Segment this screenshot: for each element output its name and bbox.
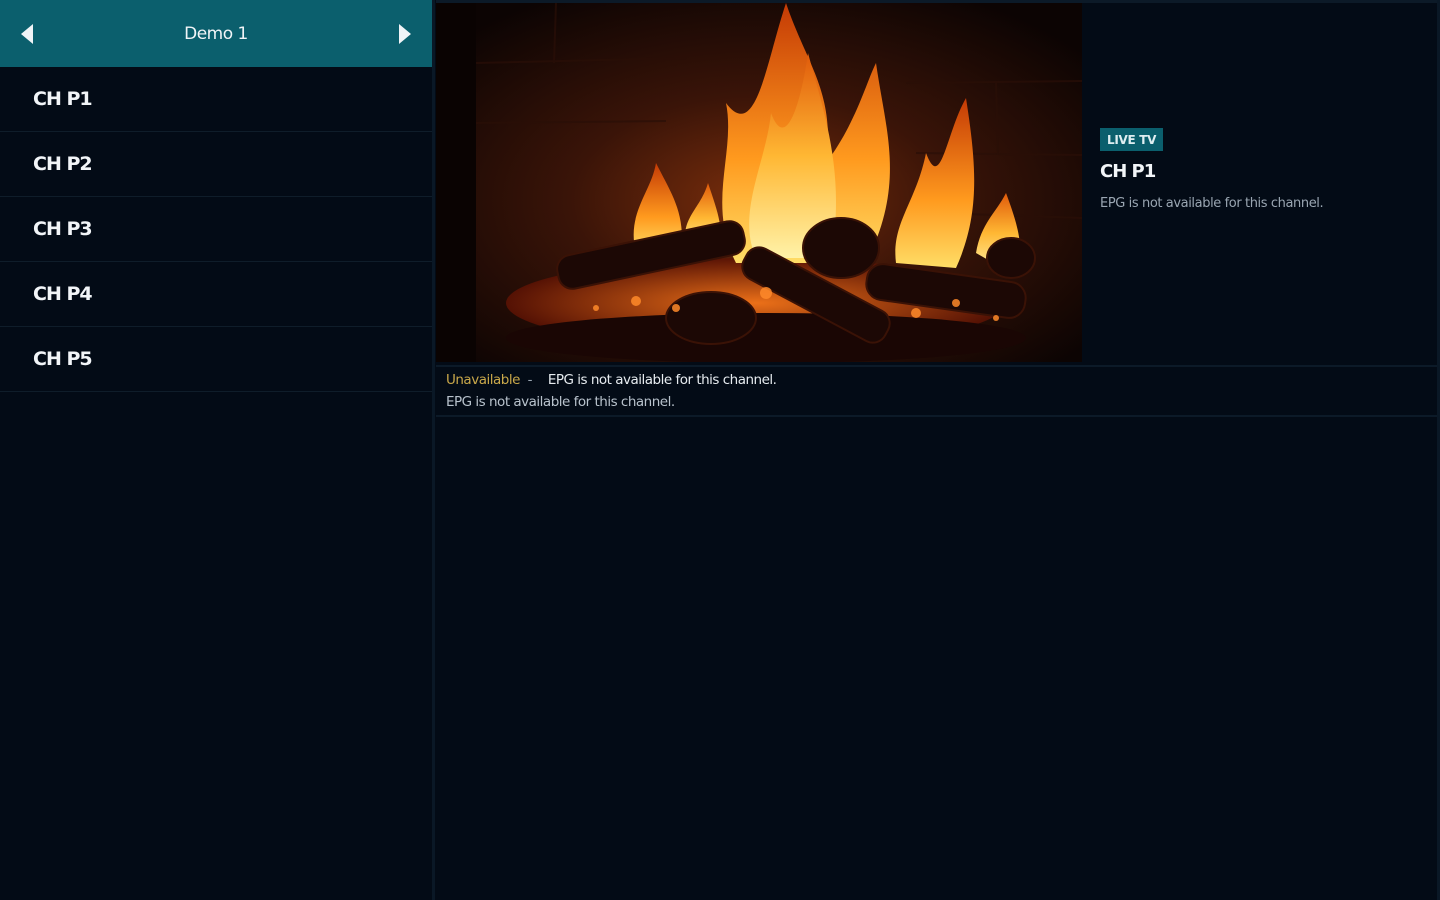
epg-description: EPG is not available for this channel. [1100,196,1324,211]
sidebar-divider [432,0,435,900]
channel-item-ch-p5[interactable]: CH P5 [0,327,432,392]
channel-item-ch-p4[interactable]: CH P4 [0,262,432,327]
channel-item-ch-p3[interactable]: CH P3 [0,197,432,262]
epg-separator: - [527,372,533,388]
chevron-left-icon[interactable] [16,22,38,46]
group-header: Demo 1 [0,0,432,67]
epg-program-line: Unavailable - EPG is not available for t… [446,372,777,388]
epg-program-description: EPG is not available for this channel. [446,394,675,410]
channel-info-panel: LIVE TV CH P1 EPG is not available for t… [1082,3,1440,362]
channel-sidebar: Demo 1 CH P1 CH P2 CH P3 CH P4 CH P5 [0,0,432,900]
chevron-right-icon[interactable] [394,22,416,46]
group-title: Demo 1 [184,23,248,44]
epg-program-title: EPG is not available for this channel. [547,372,777,388]
app-root: Demo 1 CH P1 CH P2 CH P3 CH P4 CH P5 LIV… [0,0,1440,900]
channel-list: CH P1 CH P2 CH P3 CH P4 CH P5 [0,67,432,392]
current-channel-name: CH P1 [1100,161,1156,182]
fireplace-video-frame [436,3,1082,362]
channel-item-ch-p1[interactable]: CH P1 [0,67,432,132]
channel-item-ch-p2[interactable]: CH P2 [0,132,432,197]
epg-status: Unavailable [446,372,520,388]
epg-program-row[interactable]: Unavailable - EPG is not available for t… [436,365,1440,417]
video-player[interactable] [436,3,1082,362]
live-tv-badge: LIVE TV [1100,128,1164,151]
